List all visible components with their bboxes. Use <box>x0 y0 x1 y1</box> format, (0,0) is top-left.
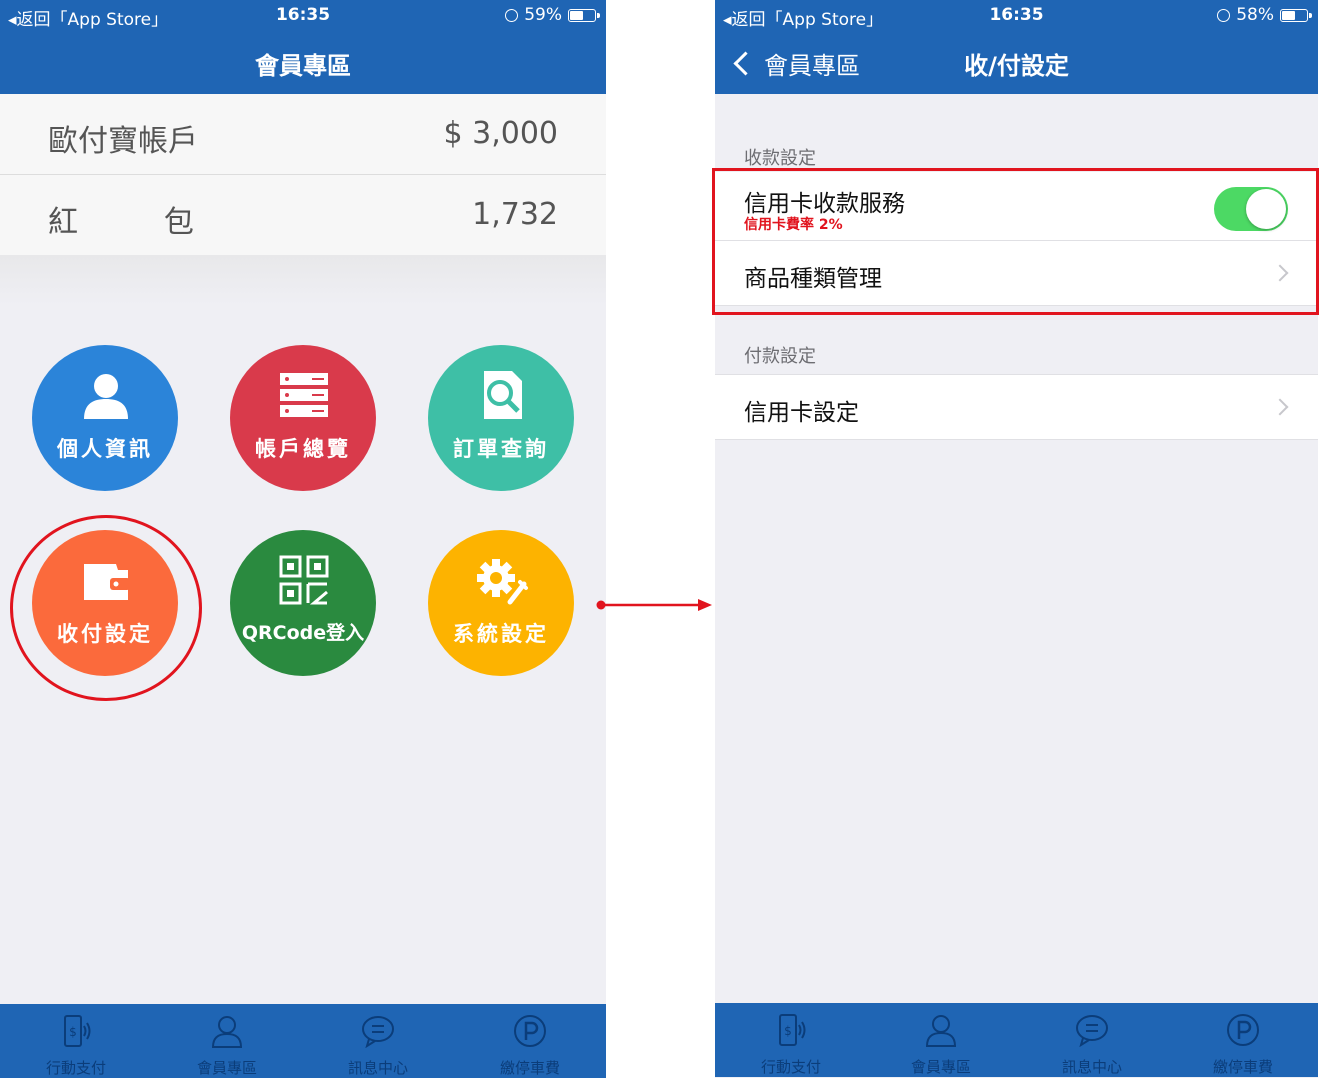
account-value: $ 3,000 <box>443 116 558 151</box>
payment-settings-header: 付款設定 <box>744 346 816 367</box>
tab-bar: $ 行動支付 會員專區 訊息中心 繳停車費 <box>0 1004 606 1078</box>
highlight-circle <box>10 515 202 701</box>
status-bar: ◂返回「App Store」 16:35 58% <box>715 0 1318 32</box>
menu-account-overview[interactable]: 帳戶總覽 <box>230 345 376 491</box>
tab-label: 會員專區 <box>196 1059 257 1077</box>
tab-message-center[interactable]: 訊息中心 <box>318 1004 438 1078</box>
tab-member-area[interactable]: 會員專區 <box>167 1004 287 1078</box>
svg-text:$: $ <box>784 1024 792 1038</box>
search-document-icon <box>484 371 522 419</box>
user-icon <box>211 1016 243 1048</box>
battery-percent: 59% <box>524 5 562 25</box>
panel-shadow <box>0 255 606 305</box>
menu-label: 帳戶總覽 <box>255 437 351 461</box>
user-icon <box>925 1015 957 1047</box>
battery-fill <box>570 10 583 20</box>
menu-label: QRCode登入 <box>241 622 365 644</box>
mobile-pay-icon: $ <box>779 1014 806 1046</box>
tab-parking-fee[interactable]: 繳停車費 <box>470 1004 590 1078</box>
menu-label: 個人資訊 <box>57 437 153 461</box>
menu-system-settings[interactable]: 系統設定 <box>428 530 574 676</box>
credit-card-setting-row[interactable]: 信用卡設定 <box>715 374 1318 440</box>
red-envelope-label: 紅 包 <box>48 205 194 240</box>
battery-icon <box>568 8 600 22</box>
qrcode-icon <box>279 555 329 605</box>
chat-bubble-icon <box>1076 1015 1108 1047</box>
server-list-icon <box>280 373 328 417</box>
tab-parking-fee[interactable]: 繳停車費 <box>1183 1003 1303 1077</box>
person-icon <box>84 374 128 419</box>
tab-label: 繳停車費 <box>1212 1058 1273 1076</box>
parking-icon <box>1227 1014 1259 1046</box>
menu-qrcode-login[interactable]: QRCode登入 <box>230 530 376 676</box>
tab-member-area[interactable]: 會員專區 <box>881 1003 1001 1077</box>
menu-order-query[interactable]: 訂單查詢 <box>428 345 574 491</box>
receive-settings-header: 收款設定 <box>744 148 816 169</box>
rotation-lock-icon <box>1217 8 1231 22</box>
tab-mobile-pay[interactable]: $ 行動支付 <box>731 1003 851 1077</box>
tab-label: 行動支付 <box>45 1059 106 1077</box>
parking-icon <box>514 1015 546 1047</box>
tab-message-center[interactable]: 訊息中心 <box>1032 1003 1152 1077</box>
battery-icon <box>1280 8 1312 22</box>
menu-label: 訂單查詢 <box>453 437 549 461</box>
tab-label: 訊息中心 <box>347 1059 408 1077</box>
tab-label: 行動支付 <box>760 1058 821 1076</box>
page-title: 會員專區 <box>255 52 351 80</box>
status-right: 58% <box>1217 5 1312 25</box>
highlight-box <box>712 168 1319 315</box>
credit-card-setting-label: 信用卡設定 <box>744 400 859 426</box>
gear-wrench-icon <box>477 559 528 605</box>
chevron-right-icon <box>1271 398 1289 416</box>
rotation-lock-icon <box>505 8 519 22</box>
menu-personal-info[interactable]: 個人資訊 <box>32 345 178 491</box>
member-area-screen: ◂返回「App Store」 16:35 59% 會員專區 歐付寶帳戶 $ 3,… <box>0 0 606 1078</box>
status-right: 59% <box>505 5 600 25</box>
red-envelope-value: 1,732 <box>472 197 558 232</box>
tab-label: 訊息中心 <box>1061 1058 1122 1076</box>
status-bar: ◂返回「App Store」 16:35 59% <box>0 0 606 32</box>
nav-bar: 會員專區 <box>0 32 606 94</box>
chat-bubble-icon <box>362 1016 394 1048</box>
page-title: 收/付設定 <box>964 52 1069 80</box>
tab-label: 會員專區 <box>910 1058 971 1076</box>
payment-settings-screen: ◂返回「App Store」 16:35 58% 會員專區 收/付設定 收款設定… <box>715 0 1318 1078</box>
account-label: 歐付寶帳戶 <box>48 124 198 159</box>
transition-arrow <box>596 599 712 611</box>
account-balance-row[interactable]: 歐付寶帳戶 $ 3,000 <box>0 94 606 175</box>
mobile-pay-icon: $ <box>64 1015 91 1047</box>
tab-mobile-pay[interactable]: $ 行動支付 <box>16 1004 136 1078</box>
nav-bar: 會員專區 收/付設定 <box>715 32 1318 94</box>
svg-text:$: $ <box>69 1025 77 1039</box>
battery-fill <box>1282 10 1295 20</box>
red-envelope-row[interactable]: 紅 包 1,732 <box>0 175 606 255</box>
battery-percent: 58% <box>1236 5 1274 25</box>
menu-label: 系統設定 <box>453 622 549 646</box>
tab-bar: $ 行動支付 會員專區 訊息中心 繳停車費 <box>715 1003 1318 1077</box>
tab-label: 繳停車費 <box>499 1059 560 1077</box>
